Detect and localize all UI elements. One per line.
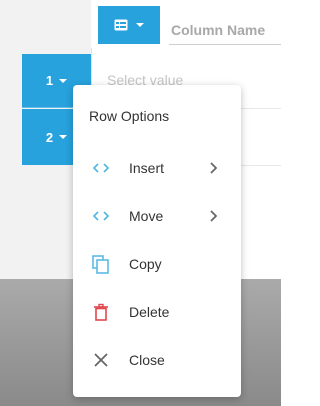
menu-item-close[interactable]: Close (73, 340, 241, 380)
menu-item-label: Delete (129, 304, 170, 320)
corner-cell (0, 0, 91, 48)
row-options-menu: Row Options Insert Move Copy Delete Clos… (73, 85, 241, 397)
menu-item-delete[interactable]: Delete (73, 292, 241, 332)
chevron-down-icon (136, 23, 144, 27)
chevron-right-icon (210, 210, 218, 222)
row-number-label: 2 (45, 129, 54, 145)
menu-item-move[interactable]: Move (73, 196, 241, 236)
menu-item-label: Copy (129, 256, 162, 272)
chevron-right-icon (210, 162, 218, 174)
row-number-label: 1 (45, 73, 54, 88)
close-icon (94, 353, 108, 367)
trash-icon (94, 303, 108, 321)
code-brackets-icon (92, 211, 110, 221)
column-type-button[interactable] (98, 6, 160, 44)
menu-item-label: Move (129, 208, 164, 224)
column-name-underline (169, 44, 281, 45)
copy-icon (92, 255, 109, 274)
chevron-down-icon (59, 135, 68, 139)
column-header-bar: Column Name (0, 0, 281, 48)
menu-title: Row Options (89, 108, 170, 124)
menu-item-insert[interactable]: Insert (73, 148, 241, 188)
menu-item-label: Close (129, 352, 165, 368)
menu-item-copy[interactable]: Copy (73, 244, 241, 284)
menu-item-label: Insert (129, 160, 165, 176)
chevron-down-icon (59, 78, 68, 83)
code-brackets-icon (92, 163, 110, 173)
table-icon (114, 19, 128, 31)
column-name-input[interactable]: Column Name (171, 22, 281, 38)
